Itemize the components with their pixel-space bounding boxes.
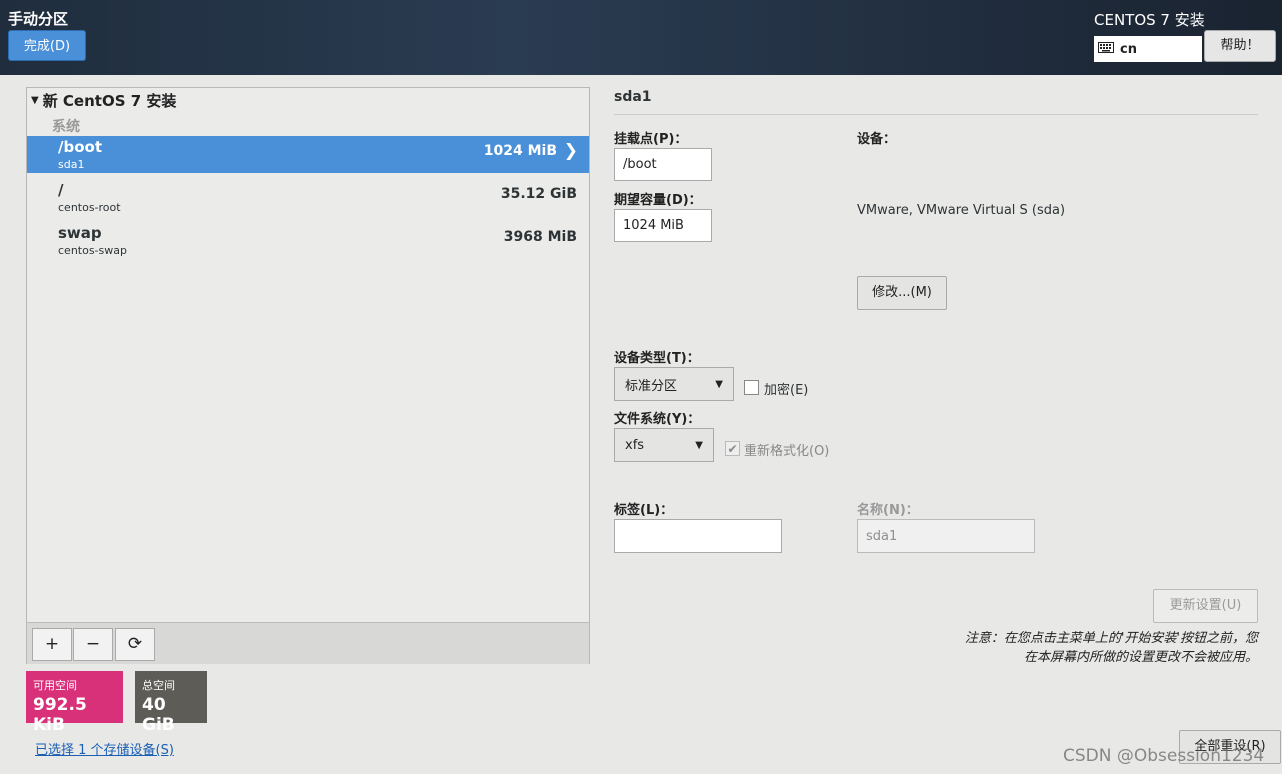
- partition-list-panel: ▼ 新 CentOS 7 安装 系统 /boot sda1 1024 MiB ❯…: [26, 87, 590, 664]
- apply-note: 注意：在您点击主菜单上的'开始安装'按钮之前，您 在本屏幕内所做的设置更改不会被…: [965, 629, 1258, 667]
- remove-partition-button[interactable]: −: [73, 628, 113, 661]
- mount-point-input[interactable]: /boot: [614, 148, 712, 181]
- partition-row-root[interactable]: / centos-root 35.12 GiB: [27, 179, 589, 216]
- expander-down-icon: ▼: [31, 95, 39, 106]
- available-space-value: 992.5 KiB: [33, 695, 87, 735]
- page-title: 手动分区: [8, 10, 69, 28]
- partition-toolbar: + − ⟳: [27, 622, 589, 664]
- installation-title: 新 CentOS 7 安装: [42, 92, 177, 110]
- dropdown-arrow-icon: ▼: [695, 439, 703, 451]
- available-space-label: 可用空间: [33, 679, 77, 692]
- filesystem-label: 文件系统(Y)：: [614, 412, 701, 427]
- reformat-label: 重新格式化(O): [744, 444, 830, 459]
- filesystem-dropdown[interactable]: xfs ▼: [614, 428, 714, 462]
- header-bar: 手动分区 完成(D) CENTOS 7 安装 cn 帮助！: [0, 0, 1282, 75]
- partition-mount: swap: [58, 224, 102, 242]
- available-space-box: 可用空间 992.5 KiB: [26, 671, 123, 735]
- device-type-label: 设备类型(T)：: [614, 351, 700, 366]
- partition-mount: /boot: [58, 138, 102, 156]
- desired-capacity-input[interactable]: 1024 MiB: [614, 209, 712, 242]
- partition-device: centos-swap: [58, 244, 127, 257]
- done-button[interactable]: 完成(D): [8, 30, 86, 61]
- partition-row-boot[interactable]: /boot sda1 1024 MiB ❯: [27, 136, 589, 173]
- device-value: VMware, VMware Virtual S (sda): [857, 203, 1066, 218]
- partition-size: 35.12 GiB: [500, 186, 577, 202]
- partition-device: centos-root: [58, 201, 121, 214]
- update-settings-button[interactable]: 更新设置(U): [1153, 589, 1258, 623]
- add-partition-button[interactable]: +: [32, 628, 72, 661]
- selected-storage-link[interactable]: 已选择 1 个存储设备(S): [35, 739, 174, 758]
- partition-mount: /: [58, 181, 64, 199]
- total-space-value: 40 GiB: [142, 695, 175, 735]
- apply-note-line1: 注意：在您点击主菜单上的'开始安装'按钮之前，您: [964, 631, 1258, 646]
- encrypt-checkbox[interactable]: [744, 380, 759, 395]
- partition-size: 3968 MiB: [503, 229, 577, 245]
- encrypt-label: 加密(E): [764, 383, 809, 398]
- keyboard-icon: [1098, 41, 1114, 57]
- desired-capacity-label: 期望容量(D)：: [614, 193, 702, 208]
- system-group-label: 系统: [52, 119, 80, 135]
- keyboard-layout-label: cn: [1120, 41, 1137, 57]
- detail-title: sda1: [614, 89, 652, 105]
- partition-row-swap[interactable]: swap centos-swap 3968 MiB: [27, 222, 589, 259]
- total-space-box: 总空间 40 GiB: [135, 671, 207, 735]
- apply-note-line2: 在本屏幕内所做的设置更改不会被应用。: [1023, 650, 1258, 665]
- tag-label: 标签(L)：: [614, 503, 674, 518]
- total-space-label: 总空间: [142, 679, 175, 692]
- keyboard-layout-indicator[interactable]: cn: [1094, 36, 1202, 62]
- help-button[interactable]: 帮助！: [1204, 30, 1276, 62]
- partition-size: 1024 MiB: [483, 143, 557, 159]
- name-input[interactable]: sda1: [857, 519, 1035, 553]
- product-title: CENTOS 7 安装: [1094, 11, 1205, 29]
- chevron-right-icon: ❯: [563, 141, 578, 161]
- checkmark-icon: ✔: [727, 441, 738, 456]
- refresh-button[interactable]: ⟳: [115, 628, 155, 661]
- modify-button[interactable]: 修改...(M): [857, 276, 947, 310]
- tag-input[interactable]: [614, 519, 782, 553]
- reformat-checkbox[interactable]: ✔: [725, 441, 740, 456]
- watermark-text: CSDN @Obsession1234: [1063, 746, 1265, 766]
- partition-device: sda1: [58, 158, 85, 171]
- installation-tree-header[interactable]: ▼ 新 CentOS 7 安装: [31, 90, 176, 111]
- device-label: 设备：: [857, 132, 897, 147]
- dropdown-arrow-icon: ▼: [715, 378, 723, 390]
- device-type-dropdown[interactable]: 标准分区 ▼: [614, 367, 734, 401]
- name-label: 名称(N)：: [857, 503, 919, 518]
- detail-divider: [614, 114, 1258, 115]
- mount-point-label: 挂载点(P)：: [614, 132, 688, 147]
- filesystem-value: xfs: [625, 437, 645, 453]
- device-type-value: 标准分区: [625, 378, 678, 394]
